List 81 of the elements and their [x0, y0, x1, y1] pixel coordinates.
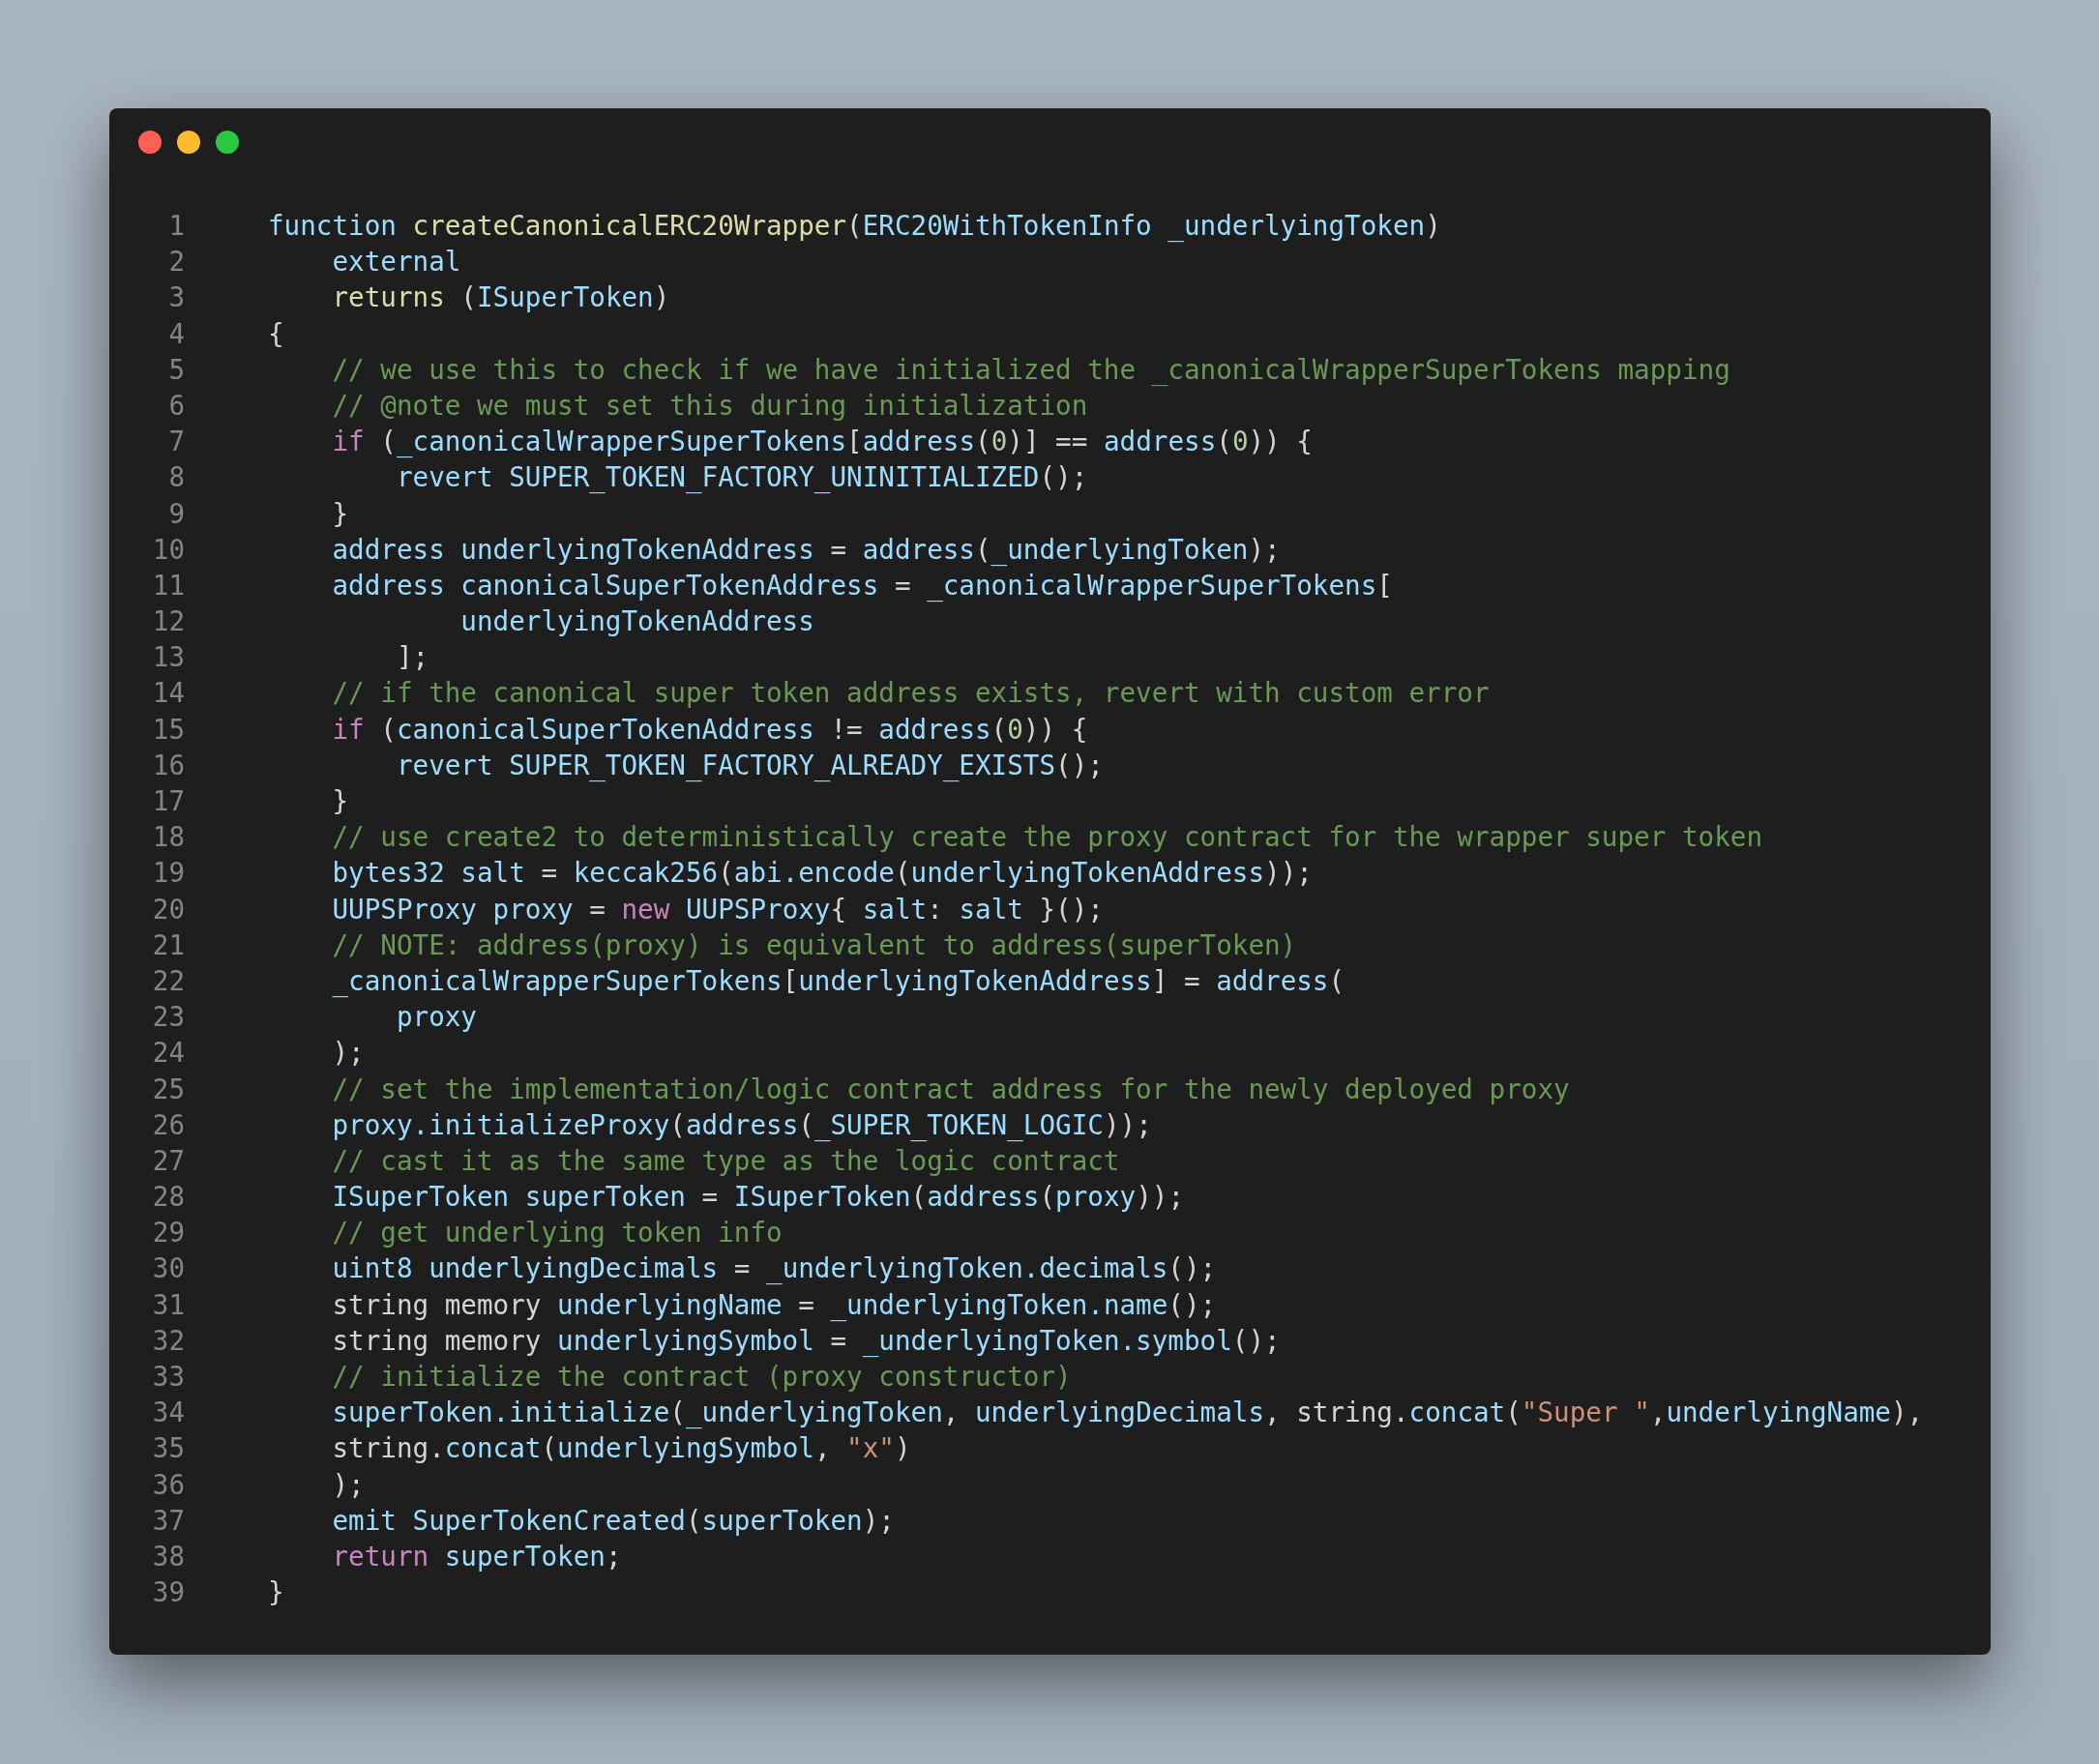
code-line: }	[268, 1576, 284, 1609]
code-line: emit SuperTokenCreated(superToken);	[331, 1504, 895, 1537]
code-line: // we use this to check if we have initialized the _canonicalWrapperSuperTokens mapping	[331, 353, 1730, 386]
code-line: ISuperToken superToken = ISuperToken(address(proxy));	[331, 1181, 1184, 1214]
code-line: function createCanonicalERC20Wrapper(ERC20WithTokenInfo _underlyingToken)	[268, 210, 1441, 243]
line-number: 1	[167, 210, 185, 243]
code-line: }	[331, 497, 349, 530]
code-line: proxy	[395, 1001, 477, 1034]
window-control-dot-icon[interactable]	[216, 131, 239, 154]
code-line: {	[268, 317, 284, 350]
line-number: 4	[167, 317, 185, 350]
line-number: 12	[151, 605, 185, 638]
code-line: string memory underlyingSymbol = _underlyingToken.symbol();	[331, 1324, 1281, 1357]
line-number: 24	[151, 1037, 185, 1070]
line-number: 25	[151, 1073, 185, 1105]
line-number: 19	[151, 857, 185, 890]
code-line: address canonicalSuperTokenAddress = _canonicalWrapperSuperTokens[	[331, 569, 1393, 602]
line-number: 23	[151, 1001, 185, 1034]
line-number: 9	[167, 497, 185, 530]
line-number: 13	[151, 641, 185, 674]
line-number: 37	[151, 1504, 185, 1537]
line-number: 33	[151, 1361, 185, 1394]
code-line: underlyingTokenAddress	[459, 605, 814, 638]
code-line: // use create2 to deterministically create the proxy contract for the wrapper super token	[331, 821, 1762, 854]
line-number: 34	[151, 1396, 185, 1429]
code-line: bytes32 salt = keccak256(abi.encode(underlyingTokenAddress));	[331, 857, 1313, 890]
line-number: 2	[167, 246, 185, 279]
line-number: 8	[167, 461, 185, 494]
line-number: 18	[151, 821, 185, 854]
code-line: address underlyingTokenAddress = address(_underlyingToken);	[331, 533, 1281, 566]
code-line: external	[331, 246, 461, 279]
line-number: 36	[151, 1468, 185, 1501]
line-number: 5	[167, 353, 185, 386]
line-number: 14	[151, 677, 185, 710]
line-number: 11	[151, 569, 185, 602]
line-number: 28	[151, 1181, 185, 1214]
code-line: return superToken;	[331, 1540, 622, 1573]
line-number: 32	[151, 1324, 185, 1357]
code-line: ];	[395, 641, 429, 674]
code-line: // if the canonical super token address exists, revert with custom error	[331, 677, 1490, 710]
line-number: 10	[151, 533, 185, 566]
code-line: // cast it as the same type as the logic contract	[331, 1144, 1120, 1177]
line-number: 31	[151, 1288, 185, 1321]
line-number: 29	[151, 1217, 185, 1250]
line-number: 17	[151, 785, 185, 818]
code-line: );	[331, 1037, 365, 1070]
code-line: uint8 underlyingDecimals = _underlyingToken.decimals();	[331, 1252, 1217, 1285]
line-number: 35	[151, 1432, 185, 1465]
code-line: string.concat(underlyingSymbol, "x")	[331, 1432, 911, 1465]
window-control-dot-icon[interactable]	[138, 131, 162, 154]
code-line: _canonicalWrapperSuperTokens[underlyingTokenAddress] = address(	[331, 964, 1345, 998]
code-line: }	[331, 785, 349, 818]
code-line: if (_canonicalWrapperSuperTokens[address(0)] == address(0)) {	[331, 426, 1313, 458]
code-line: // set the implementation/logic contract address for the newly deployed proxy	[331, 1073, 1570, 1105]
line-number: 38	[151, 1540, 185, 1573]
line-number: 39	[151, 1576, 185, 1609]
code-line: );	[331, 1468, 365, 1501]
code-line: if (canonicalSuperTokenAddress != address(0)) {	[331, 713, 1088, 746]
line-number: 22	[151, 964, 185, 998]
line-number: 30	[151, 1252, 185, 1285]
line-number: 7	[167, 426, 185, 458]
code-line: superToken.initialize(_underlyingToken, underlyingDecimals, string.concat("Super ",underlyingName),	[331, 1396, 1924, 1429]
code-line: string memory underlyingName = _underlyingToken.name();	[331, 1288, 1217, 1321]
code-line: // NOTE: address(proxy) is equivalent to address(superToken)	[331, 928, 1297, 961]
code-line: revert SUPER_TOKEN_FACTORY_UNINITIALIZED();	[395, 461, 1088, 494]
line-number: 26	[151, 1108, 185, 1141]
line-number: 21	[151, 928, 185, 961]
line-number: 15	[151, 713, 185, 746]
code-line: proxy.initializeProxy(address(_SUPER_TOKEN_LOGIC));	[331, 1108, 1152, 1141]
code-line: revert SUPER_TOKEN_FACTORY_ALREADY_EXISTS();	[395, 749, 1104, 781]
window-control-dot-icon[interactable]	[177, 131, 200, 154]
line-number: 20	[151, 893, 185, 926]
line-number: 27	[151, 1144, 185, 1177]
line-number: 6	[167, 389, 185, 423]
code-line: // get underlying token info	[331, 1217, 783, 1250]
code-line: returns (ISuperToken)	[331, 281, 670, 314]
line-number: 16	[151, 749, 185, 781]
line-number: 3	[167, 281, 185, 314]
code-line: // initialize the contract (proxy constructor)	[331, 1361, 1072, 1394]
code-line: UUPSProxy proxy = new UUPSProxy{ salt: salt }();	[331, 893, 1104, 926]
code-line: // @note we must set this during initialization	[331, 389, 1088, 423]
